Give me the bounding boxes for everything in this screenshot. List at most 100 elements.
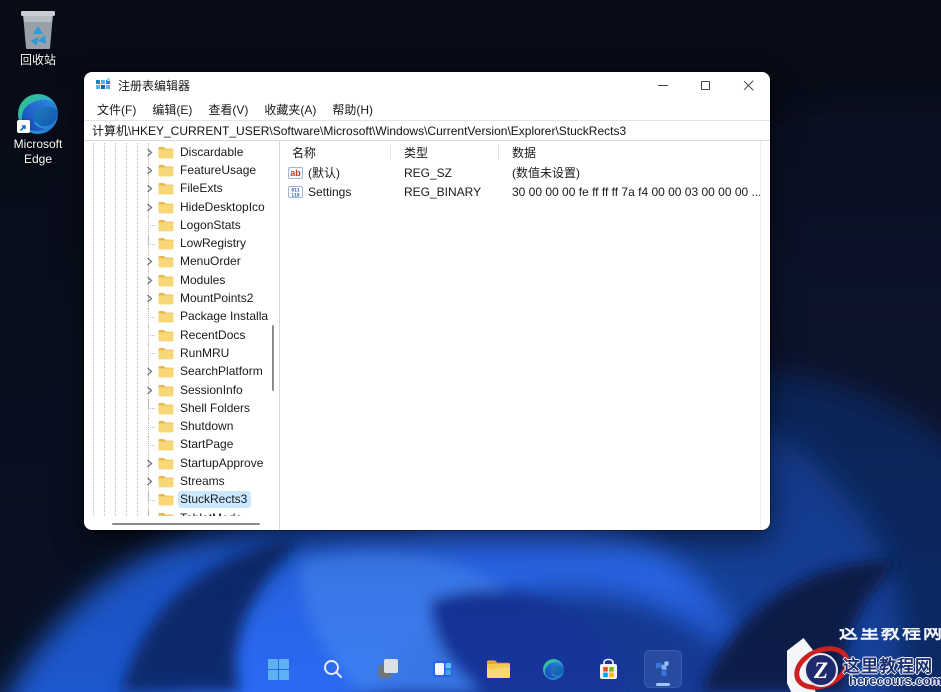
- chevron-right-icon: [146, 257, 153, 266]
- values-header[interactable]: 名称类型数据: [280, 141, 770, 163]
- tree-item-label: Streams: [178, 473, 229, 490]
- tree-item-label: SearchPlatform: [178, 363, 267, 380]
- column-separator[interactable]: [390, 144, 391, 160]
- taskbar-button-edge[interactable]: [534, 650, 572, 688]
- value-type: REG_BINARY: [392, 185, 500, 199]
- tree-item-recentdocs[interactable]: RecentDocs: [84, 326, 269, 344]
- tree-item-label: RunMRU: [178, 345, 233, 362]
- tree-item-tabletmode[interactable]: TabletMode: [84, 509, 269, 516]
- minimize-button[interactable]: [641, 72, 684, 98]
- value-row-1[interactable]: 011110SettingsREG_BINARY30 00 00 00 fe f…: [280, 182, 770, 201]
- taskbar-button-search[interactable]: [314, 650, 352, 688]
- titlebar[interactable]: 注册表编辑器: [84, 72, 770, 98]
- tree-item-modules[interactable]: Modules: [84, 271, 269, 289]
- tree-item-label: SessionInfo: [178, 382, 247, 399]
- folder-icon: [158, 310, 174, 323]
- tree-connector: [144, 308, 154, 326]
- menu-item-0[interactable]: 文件(F): [89, 99, 144, 120]
- maximize-button[interactable]: [684, 72, 727, 98]
- column-header-1[interactable]: 类型: [392, 144, 500, 161]
- registry-values-pane[interactable]: 名称类型数据 ab(默认)REG_SZ(数值未设置)011110Settings…: [280, 141, 770, 530]
- tree-item-fileexts[interactable]: FileExts: [84, 180, 269, 198]
- tree-item-package-installa[interactable]: Package Installa: [84, 308, 269, 326]
- folder-icon: [158, 512, 174, 516]
- expand-chevron[interactable]: [144, 367, 154, 377]
- column-separator[interactable]: [498, 144, 499, 160]
- tree-item-shutdown[interactable]: Shutdown: [84, 417, 269, 435]
- tree-horizontal-scrollbar[interactable]: [88, 523, 267, 526]
- expand-chevron[interactable]: [144, 476, 154, 486]
- desktop-icon-label: 回收站: [6, 53, 70, 68]
- binary-value-icon: 011110: [288, 186, 303, 198]
- tree-item-hidedesktopico[interactable]: HideDesktopIco: [84, 198, 269, 216]
- taskbar-button-store[interactable]: [589, 650, 627, 688]
- tree-item-streams[interactable]: Streams: [84, 472, 269, 490]
- tree-item-searchplatform[interactable]: SearchPlatform: [84, 363, 269, 381]
- tree-item-label: Discardable: [178, 144, 247, 161]
- chevron-right-icon: [146, 367, 153, 376]
- column-header-0[interactable]: 名称: [280, 144, 392, 161]
- tree-item-logonstats[interactable]: LogonStats: [84, 216, 269, 234]
- folder-icon: [158, 438, 174, 451]
- menu-item-4[interactable]: 帮助(H): [324, 99, 381, 120]
- tree-item-startpage[interactable]: StartPage: [84, 436, 269, 454]
- registry-path: 计算机\HKEY_CURRENT_USER\Software\Microsoft…: [92, 122, 626, 139]
- tree-item-sessioninfo[interactable]: SessionInfo: [84, 381, 269, 399]
- folder-icon: [158, 164, 174, 177]
- value-row-0[interactable]: ab(默认)REG_SZ(数值未设置): [280, 163, 770, 182]
- shortcut-arrow-icon: [17, 120, 30, 133]
- tree-item-label: StuckRects3: [178, 491, 251, 508]
- menu-bar: 文件(F)编辑(E)查看(V)收藏夹(A)帮助(H): [84, 98, 770, 120]
- expand-chevron[interactable]: [144, 184, 154, 194]
- desktop-icon-label: Microsoft Edge: [6, 137, 70, 167]
- tree-item-stuckrects3[interactable]: StuckRects3: [84, 491, 269, 509]
- taskbar-button-widgets[interactable]: [424, 650, 462, 688]
- folder-icon: [158, 347, 174, 360]
- start-icon: [267, 658, 290, 681]
- registry-tree-pane[interactable]: DiscardableFeatureUsageFileExtsHideDeskt…: [84, 141, 280, 530]
- window-title: 注册表编辑器: [118, 77, 641, 94]
- expand-chevron[interactable]: [144, 165, 154, 175]
- close-button[interactable]: [727, 72, 770, 98]
- tree-item-discardable[interactable]: Discardable: [84, 143, 269, 161]
- address-bar[interactable]: 计算机\HKEY_CURRENT_USER\Software\Microsoft…: [84, 120, 770, 141]
- tree-item-shell-folders[interactable]: Shell Folders: [84, 399, 269, 417]
- tree-item-mountpoints2[interactable]: MountPoints2: [84, 289, 269, 307]
- expand-chevron[interactable]: [144, 147, 154, 157]
- menu-item-2[interactable]: 查看(V): [200, 99, 256, 120]
- tree-item-label: LogonStats: [178, 217, 245, 234]
- expand-chevron[interactable]: [144, 257, 154, 267]
- taskbar-button-file-explorer[interactable]: [479, 650, 517, 688]
- values-scrollbar-track[interactable]: [760, 141, 770, 530]
- taskbar-button-start[interactable]: [259, 650, 297, 688]
- column-header-2[interactable]: 数据: [500, 144, 770, 161]
- tree-item-featureusage[interactable]: FeatureUsage: [84, 161, 269, 179]
- menu-item-1[interactable]: 编辑(E): [144, 99, 200, 120]
- chevron-right-icon: [146, 276, 153, 285]
- store-icon: [597, 658, 620, 681]
- expand-chevron[interactable]: [144, 458, 154, 468]
- tree-item-lowregistry[interactable]: LowRegistry: [84, 234, 269, 252]
- tree-item-menuorder[interactable]: MenuOrder: [84, 253, 269, 271]
- tree-item-label: LowRegistry: [178, 235, 250, 252]
- svg-text:110: 110: [291, 192, 300, 198]
- search-icon: [322, 658, 344, 680]
- desktop-icon-recycle-bin[interactable]: 回收站: [6, 8, 70, 68]
- chevron-right-icon: [146, 386, 153, 395]
- taskbar-button-registry-editor[interactable]: [644, 650, 682, 688]
- expand-chevron[interactable]: [144, 294, 154, 304]
- file-explorer-icon: [486, 659, 511, 680]
- expand-chevron[interactable]: [144, 275, 154, 285]
- expand-chevron[interactable]: [144, 202, 154, 212]
- edge-taskbar-icon: [542, 658, 565, 681]
- tree-vertical-scrollbar[interactable]: [272, 325, 274, 391]
- desktop-icon-edge[interactable]: Microsoft Edge: [6, 92, 70, 167]
- tree-item-label: Shell Folders: [178, 400, 254, 417]
- tree-item-startupapprove[interactable]: StartupApprove: [84, 454, 269, 472]
- menu-item-3[interactable]: 收藏夹(A): [256, 99, 324, 120]
- site-watermark: 这里教程网 Z 这里教程网 herecours.com: [787, 628, 941, 692]
- tree-item-runmru[interactable]: RunMRU: [84, 344, 269, 362]
- expand-chevron[interactable]: [144, 385, 154, 395]
- registry-editor-window: 注册表编辑器 文件(F)编辑(E)查看(V)收藏夹(A)帮助(H) 计算机\HK…: [84, 72, 770, 530]
- taskbar-button-task-view[interactable]: [369, 650, 407, 688]
